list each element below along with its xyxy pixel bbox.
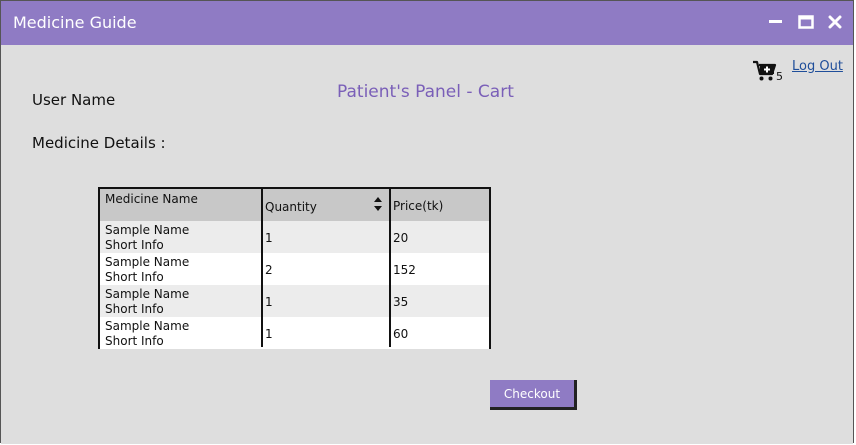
medicine-name: Sample Name [105,319,190,333]
table-row: Sample Name Short Info 1 60 [100,317,489,349]
table-row: Sample Name Short Info 1 35 [100,285,489,317]
medicine-name: Sample Name [105,255,190,269]
table-row: Sample Name Short Info 2 152 [100,253,489,285]
sort-icon[interactable] [373,196,383,215]
cell-price: 20 [393,231,409,245]
column-header-medicine-name: Medicine Name [105,192,198,206]
cell-price: 60 [393,327,409,341]
maximize-icon[interactable] [798,14,814,33]
main-content: 5 Log Out Patient's Panel - Cart User Na… [1,45,853,444]
close-icon[interactable] [828,14,842,33]
cell-quantity[interactable]: 1 [265,231,273,245]
medicine-info: Short Info [105,270,164,284]
cell-medicine-name: Sample Name Short Info [105,223,189,253]
medicine-details-label: Medicine Details : [32,134,166,152]
medicine-name: Sample Name [105,287,190,301]
column-header-quantity: Quantity [265,200,317,214]
title-bar: Medicine Guide [1,1,853,45]
column-divider [389,189,391,347]
cell-medicine-name: Sample Name Short Info [105,287,189,317]
cart-icon [752,60,778,87]
cell-quantity[interactable]: 1 [265,295,273,309]
app-window: Medicine Guide 5 Log Out Patient's Panel… [0,0,854,444]
cell-medicine-name: Sample Name Short Info [105,319,189,349]
cell-medicine-name: Sample Name Short Info [105,255,189,285]
column-header-price: Price(tk) [393,199,444,213]
logout-link[interactable]: Log Out [792,59,843,74]
cell-quantity[interactable]: 2 [265,263,273,277]
cell-price: 35 [393,295,409,309]
minimize-icon[interactable] [769,12,783,32]
window-title: Medicine Guide [13,13,137,32]
cell-quantity[interactable]: 1 [265,327,273,341]
cart-button[interactable]: 5 [752,59,786,85]
checkout-button[interactable]: Checkout [490,380,577,410]
column-divider [261,189,263,347]
cell-price: 152 [393,263,416,277]
medicine-name: Sample Name [105,223,190,237]
page-title: Patient's Panel - Cart [337,82,514,102]
cart-table: Medicine Name Quantity Price(tk) Sample … [98,187,491,349]
table-row: Sample Name Short Info 1 20 [100,221,489,253]
cart-count-badge: 5 [776,70,783,83]
table-header: Medicine Name Quantity Price(tk) [100,189,489,221]
medicine-info: Short Info [105,238,164,252]
medicine-info: Short Info [105,302,164,316]
user-name-label: User Name [32,91,116,109]
medicine-info: Short Info [105,334,164,348]
